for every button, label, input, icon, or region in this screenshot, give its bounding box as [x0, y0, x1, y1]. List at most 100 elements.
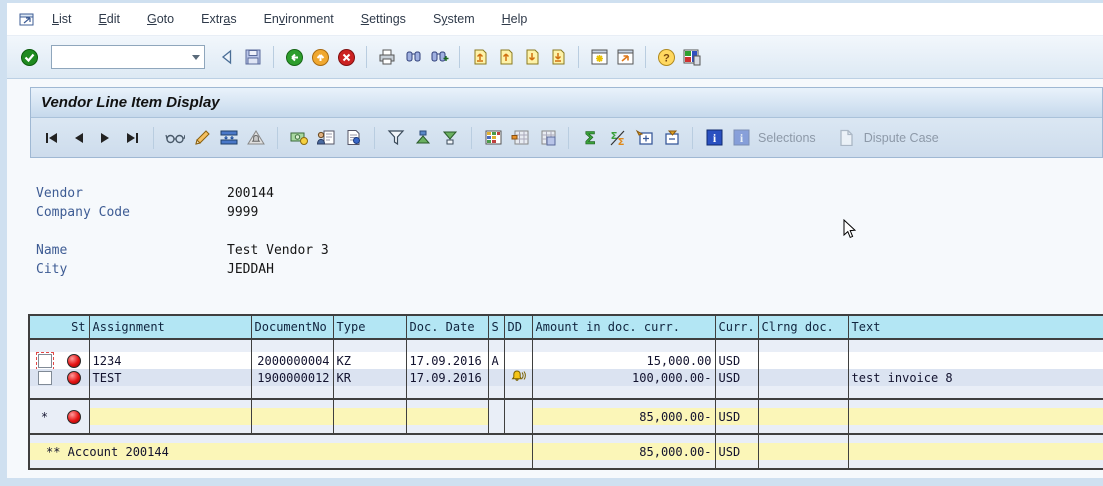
svg-text:Σ: Σ [584, 129, 596, 147]
documentno-cell[interactable]: 1900000012 [250, 369, 334, 386]
menu-edit[interactable]: Edit [98, 12, 120, 26]
city-label: City [36, 262, 68, 277]
documentno-cell[interactable]: 2000000004 [250, 352, 334, 369]
amount-cell[interactable]: 15,000.00 [531, 352, 716, 369]
spacer-row [29, 386, 1103, 399]
menu-system[interactable]: System [433, 12, 475, 26]
first-item-icon[interactable] [41, 128, 61, 148]
row-select-cell[interactable] [29, 352, 59, 369]
menu-list[interactable]: List [52, 12, 71, 26]
s-cell[interactable]: A [487, 352, 505, 369]
document-icon[interactable] [343, 128, 363, 148]
type-cell[interactable]: KZ [332, 352, 407, 369]
payment-icon[interactable] [289, 128, 309, 148]
collapse-icon[interactable] [661, 128, 681, 148]
assignment-cell[interactable]: 1234 [88, 352, 252, 369]
column-header-dd: DD [503, 315, 533, 340]
master-record-icon[interactable] [316, 128, 336, 148]
dunning-alarm-icon[interactable] [246, 128, 266, 148]
customize-layout-icon[interactable] [682, 47, 702, 67]
change-pencil-icon[interactable] [192, 128, 212, 148]
new-session-icon[interactable] [589, 47, 609, 67]
first-page-icon[interactable] [470, 47, 490, 67]
sort-ascending-icon[interactable] [413, 128, 433, 148]
enter-icon[interactable] [19, 47, 39, 67]
layout-grid-icon[interactable] [483, 128, 503, 148]
previous-item-icon[interactable] [68, 128, 88, 148]
page-up-icon[interactable] [496, 47, 516, 67]
system-menu-icon[interactable] [19, 12, 36, 27]
row-checkbox[interactable] [35, 352, 54, 369]
toolbar-separator [374, 126, 375, 149]
text-cell[interactable]: test invoice 8 [847, 369, 1103, 386]
account-total-amount: 85,000.00- [531, 443, 716, 460]
subtotal-amount: 85,000.00- [531, 408, 716, 425]
vendor-label: Vendor [36, 186, 83, 201]
row-select-cell[interactable] [29, 369, 59, 386]
menu-environment[interactable]: Environment [264, 12, 334, 26]
application-toolbar: Σ ΣΣ i i Selections Dispute Case [31, 118, 1102, 157]
curr-cell[interactable]: USD [714, 352, 759, 369]
window-bottom-strip [0, 478, 1103, 486]
find-next-icon[interactable] [429, 47, 449, 67]
help-icon[interactable]: ? [656, 47, 676, 67]
save-layout-icon[interactable] [537, 128, 557, 148]
mass-change-icon[interactable] [219, 128, 239, 148]
print-icon[interactable] [377, 47, 397, 67]
docdate-cell[interactable]: 17.09.2016 [405, 369, 489, 386]
change-layout-icon[interactable] [510, 128, 530, 148]
back-green-icon[interactable] [284, 47, 304, 67]
find-icon[interactable] [403, 47, 423, 67]
next-item-icon[interactable] [95, 128, 115, 148]
menu-help[interactable]: Help [502, 12, 528, 26]
city-value[interactable]: JEDDAH [227, 262, 274, 277]
last-item-icon[interactable] [122, 128, 142, 148]
clrngdoc-cell[interactable] [757, 369, 849, 386]
table-row: TEST 1900000012 KR 17.09.2016 100,000.00… [29, 369, 1103, 386]
menu-extras[interactable]: Extras [201, 12, 236, 26]
save-icon[interactable] [243, 47, 263, 67]
sort-descending-icon[interactable] [440, 128, 460, 148]
column-header-curr: Curr. [714, 315, 759, 340]
docdate-cell[interactable]: 17.09.2016 [405, 352, 489, 369]
company-code-value[interactable]: 9999 [227, 205, 258, 220]
command-field[interactable] [51, 45, 205, 69]
amount-cell[interactable]: 100,000.00- [531, 369, 716, 386]
status-red-icon [66, 409, 81, 424]
row-checkbox[interactable] [37, 370, 52, 385]
name-label: Name [36, 243, 68, 258]
spacer-row [29, 460, 1103, 469]
info-icon[interactable]: i [704, 128, 724, 148]
menu-goto[interactable]: Goto [147, 12, 174, 26]
last-page-icon[interactable] [548, 47, 568, 67]
create-shortcut-icon[interactable] [615, 47, 635, 67]
column-header-clrngdoc: Clrng doc. [757, 315, 849, 340]
vendor-value[interactable]: 200144 [227, 186, 274, 201]
subtotal-sigma-icon[interactable]: ΣΣ [607, 128, 627, 148]
command-input[interactable] [52, 47, 188, 67]
type-cell[interactable]: KR [332, 369, 407, 386]
curr-cell[interactable]: USD [714, 369, 759, 386]
name-value[interactable]: Test Vendor 3 [227, 243, 329, 258]
dd-cell[interactable] [503, 352, 533, 369]
s-cell[interactable] [487, 369, 505, 386]
clrngdoc-cell[interactable] [757, 352, 849, 369]
total-sigma-icon[interactable]: Σ [580, 128, 600, 148]
column-header-docdate: Doc. Date [405, 315, 489, 340]
filter-icon[interactable] [386, 128, 406, 148]
menu-settings[interactable]: Settings [361, 12, 406, 26]
exit-icon[interactable] [310, 47, 330, 67]
text-cell[interactable] [847, 352, 1103, 369]
display-glasses-icon[interactable] [165, 128, 185, 148]
page-down-icon[interactable] [522, 47, 542, 67]
toolbar-separator [459, 46, 460, 68]
assignment-cell[interactable]: TEST [88, 369, 252, 386]
back-icon[interactable] [217, 47, 237, 67]
command-dropdown-icon[interactable] [188, 47, 204, 67]
toolbar-separator [692, 126, 693, 149]
toolbar-separator [645, 46, 646, 68]
cancel-icon[interactable] [336, 47, 356, 67]
expand-icon[interactable] [634, 128, 654, 148]
dd-cell[interactable] [503, 369, 533, 386]
toolbar-separator [366, 46, 367, 68]
